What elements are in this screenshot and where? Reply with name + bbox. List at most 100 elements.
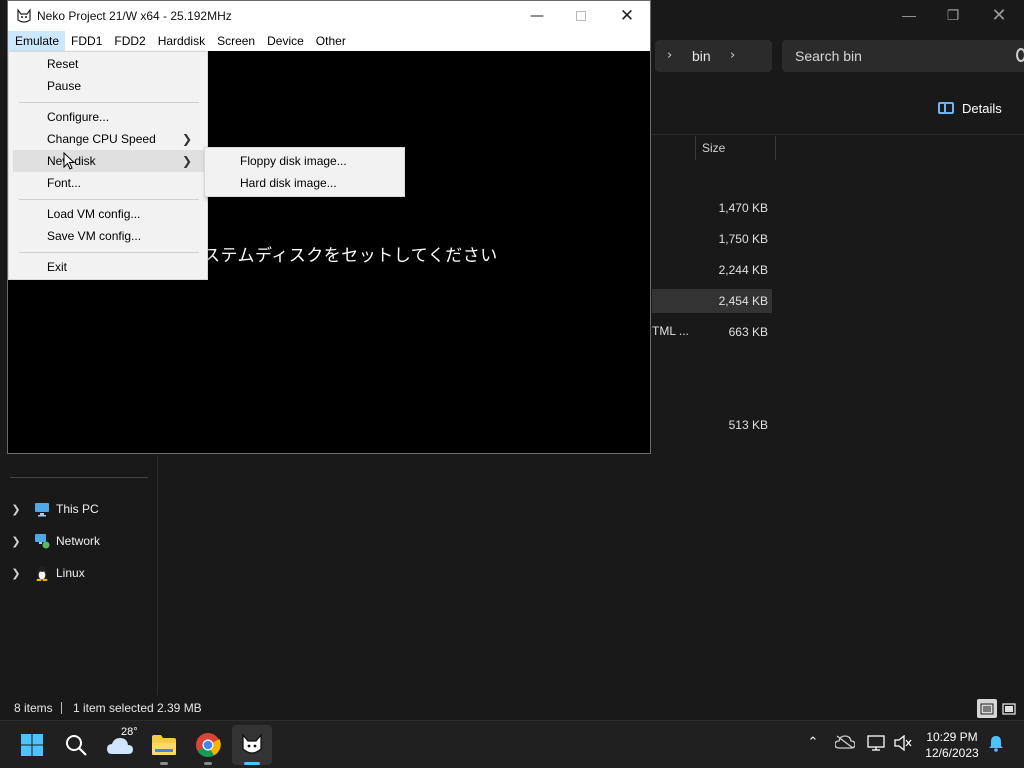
chevron-right-icon[interactable]: › bbox=[730, 48, 735, 63]
chevron-up-icon[interactable]: ⌃ bbox=[804, 735, 822, 750]
chevron-right-icon[interactable]: ❯ bbox=[8, 503, 24, 516]
tiles-view-button[interactable] bbox=[999, 699, 1019, 718]
clock-time: 10:29 PM bbox=[926, 730, 978, 744]
menu-item-load-vm-config[interactable]: Load VM config... bbox=[13, 203, 204, 225]
folder-icon bbox=[152, 735, 176, 755]
menu-screen[interactable]: Screen bbox=[211, 31, 261, 51]
menu-item-reset[interactable]: Reset bbox=[13, 53, 204, 75]
status-bar: 8 items 1 item selected 2.39 MB bbox=[0, 696, 1024, 720]
network-icon bbox=[34, 533, 50, 549]
nav-item-this-pc[interactable]: ❯ This PC bbox=[8, 497, 99, 521]
selection-size: 2.39 MB bbox=[157, 701, 202, 715]
menu-separator bbox=[19, 199, 199, 200]
chevron-right-icon[interactable]: ❯ bbox=[8, 567, 24, 580]
menu-item-exit[interactable]: Exit bbox=[13, 256, 204, 278]
menu-item-change-cpu-speed[interactable]: Change CPU Speed ❯ bbox=[13, 128, 204, 150]
weather-widget[interactable]: 28° bbox=[100, 725, 140, 765]
onedrive-offline-icon[interactable] bbox=[835, 735, 855, 749]
emulate-dropdown-menu: Reset Pause Configure... Change CPU Spee… bbox=[8, 51, 208, 280]
nav-item-label: Linux bbox=[56, 566, 85, 580]
volume-muted-icon[interactable] bbox=[893, 735, 913, 751]
start-button[interactable] bbox=[12, 725, 52, 765]
running-indicator bbox=[160, 762, 168, 765]
menu-emulate[interactable]: Emulate bbox=[8, 31, 66, 51]
menu-fdd2[interactable]: FDD2 bbox=[108, 31, 151, 51]
file-explorer-taskbar-button[interactable] bbox=[144, 725, 184, 765]
chevron-right-icon[interactable]: › bbox=[667, 48, 672, 63]
file-size: 1,470 KB bbox=[718, 201, 768, 215]
menu-other[interactable]: Other bbox=[310, 31, 352, 51]
menu-harddisk[interactable]: Harddisk bbox=[152, 31, 211, 51]
restore-button[interactable]: ❐ bbox=[930, 0, 976, 30]
menu-fdd1[interactable]: FDD1 bbox=[65, 31, 108, 51]
clock-date: 12/6/2023 bbox=[925, 746, 979, 760]
file-size: 663 KB bbox=[728, 325, 768, 339]
menu-separator bbox=[19, 252, 199, 253]
menu-item-label: Change CPU Speed bbox=[47, 132, 156, 146]
neko-cat-icon bbox=[242, 733, 262, 754]
nav-item-linux[interactable]: ❯ Linux bbox=[8, 561, 85, 585]
details-view-button[interactable] bbox=[977, 699, 997, 718]
notification-bell-icon[interactable] bbox=[986, 735, 1006, 752]
chevron-right-icon: ❯ bbox=[181, 132, 192, 146]
list-view-icon bbox=[980, 703, 994, 714]
tiles-view-icon bbox=[1002, 702, 1016, 715]
menu-separator bbox=[19, 102, 199, 103]
title-bar[interactable]: Neko Project 21/W x64 - 25.192MHz — ✕ bbox=[8, 1, 650, 31]
close-button[interactable]: ✕ bbox=[976, 0, 1022, 30]
running-indicator bbox=[204, 762, 212, 765]
chevron-right-icon: ❯ bbox=[181, 154, 192, 168]
details-button[interactable]: Details bbox=[938, 96, 1002, 120]
menu-item-floppy-disk-image[interactable]: Floppy disk image... bbox=[209, 150, 401, 172]
file-size: 2,454 KB bbox=[718, 294, 768, 308]
taskbar-clock[interactable]: 10:29 PM 12/6/2023 bbox=[922, 729, 982, 761]
minimize-button[interactable]: — bbox=[886, 0, 932, 30]
menu-item-pause[interactable]: Pause bbox=[13, 75, 204, 97]
nav-item-label: This PC bbox=[56, 502, 99, 516]
maximize-button[interactable] bbox=[558, 1, 604, 31]
menu-item-configure[interactable]: Configure... bbox=[13, 106, 204, 128]
weather-temperature: 28° bbox=[121, 726, 138, 738]
nav-item-network[interactable]: ❯ Network bbox=[8, 529, 100, 553]
search-icon bbox=[66, 735, 87, 756]
menu-bar: Emulate FDD1 FDD2 Harddisk Screen Device… bbox=[8, 31, 650, 51]
menu-item-new-disk[interactable]: New disk ❯ bbox=[13, 150, 204, 172]
breadcrumb[interactable]: › bin › bbox=[655, 40, 772, 72]
nav-item-label: Network bbox=[56, 534, 101, 548]
toolbar-divider bbox=[652, 134, 1024, 135]
active-indicator bbox=[244, 762, 260, 765]
file-size: 1,750 KB bbox=[718, 232, 768, 246]
nav-divider bbox=[10, 477, 148, 478]
chevron-right-icon[interactable]: ❯ bbox=[8, 535, 24, 548]
mouse-cursor-icon bbox=[63, 151, 76, 175]
selection-count: 1 item selected bbox=[73, 701, 154, 715]
chrome-icon bbox=[196, 733, 221, 758]
menu-item-hard-disk-image[interactable]: Hard disk image... bbox=[209, 172, 401, 194]
item-count: 8 items bbox=[14, 701, 53, 715]
details-label: Details bbox=[962, 100, 1002, 116]
taskbar: 28° ⌃ 10:29 PM 12/6/2023 bbox=[0, 720, 1024, 768]
menu-device[interactable]: Device bbox=[261, 31, 310, 51]
search-input[interactable]: Search bin bbox=[782, 40, 1024, 72]
file-size: 513 KB bbox=[728, 418, 768, 432]
window-title: Neko Project 21/W x64 - 25.192MHz bbox=[37, 9, 232, 23]
menu-item-font[interactable]: Font... bbox=[13, 172, 204, 194]
windows-logo-icon bbox=[21, 734, 43, 756]
new-disk-submenu: Floppy disk image... Hard disk image... bbox=[204, 147, 405, 197]
neko-project-taskbar-button[interactable] bbox=[232, 725, 272, 765]
chrome-taskbar-button[interactable] bbox=[188, 725, 228, 765]
network-tray-icon[interactable] bbox=[866, 735, 886, 751]
status-divider bbox=[61, 702, 62, 714]
search-button[interactable] bbox=[56, 725, 96, 765]
neko-cat-icon bbox=[16, 8, 32, 29]
computer-icon bbox=[34, 501, 50, 517]
menu-item-save-vm-config[interactable]: Save VM config... bbox=[13, 225, 204, 247]
search-icon[interactable] bbox=[1016, 48, 1024, 62]
pane-divider bbox=[157, 455, 158, 695]
details-pane-icon bbox=[938, 102, 954, 114]
minimize-button[interactable]: — bbox=[514, 1, 560, 31]
close-button[interactable]: ✕ bbox=[604, 1, 650, 31]
emulator-screen-message: ステムディスクをセットしてください bbox=[203, 246, 498, 265]
column-header-size[interactable]: Size bbox=[695, 136, 776, 160]
breadcrumb-current[interactable]: bin bbox=[692, 48, 711, 64]
